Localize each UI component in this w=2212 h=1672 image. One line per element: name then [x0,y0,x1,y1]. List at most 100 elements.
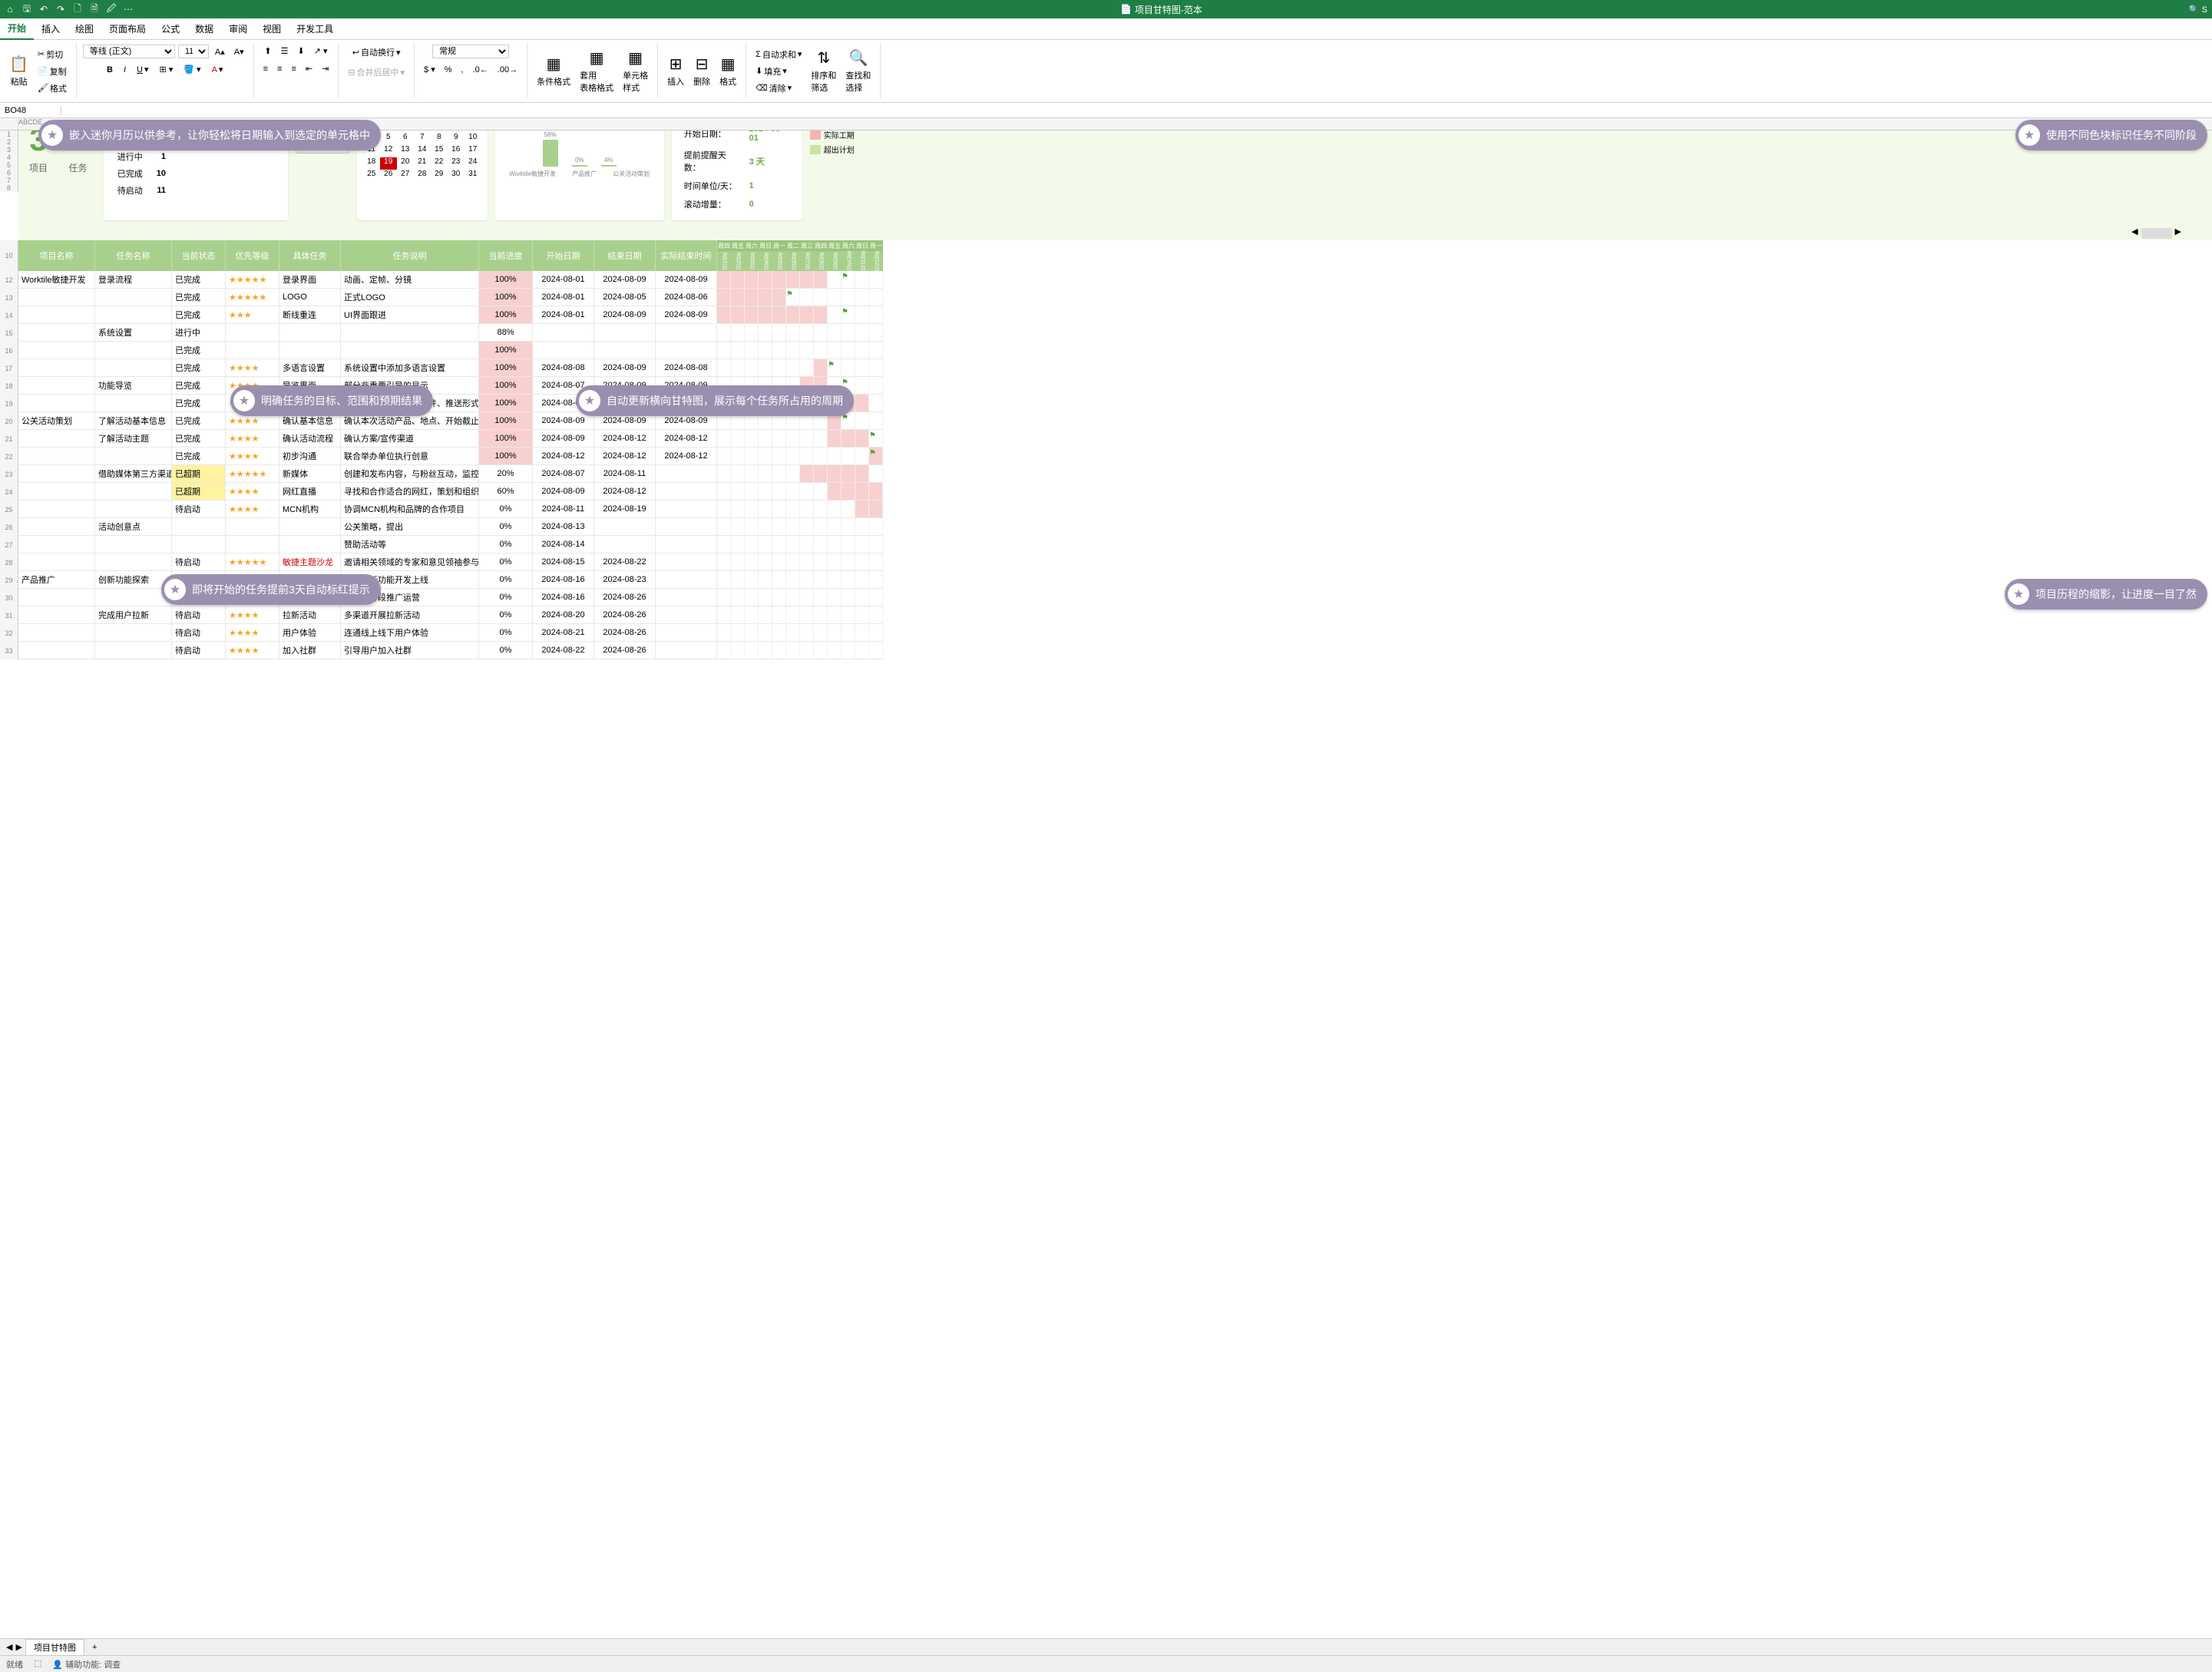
home-icon[interactable]: ⌂ [5,4,15,15]
align-top-icon[interactable]: ⬆ [261,45,274,58]
autosum-button[interactable]: Σ 自动求和 ▾ [752,47,805,62]
conditional-format-button[interactable]: ▦条件格式 [534,53,574,89]
bold-button[interactable]: B [104,63,116,76]
scroll-left-icon[interactable]: ◀ [2131,226,2138,240]
increase-decimal-icon[interactable]: .0← [470,63,491,76]
calendar-day[interactable]: 13 [397,145,414,157]
menu-tab-8[interactable]: 开发工具 [289,18,341,40]
table-row[interactable]: 待启动★★★★推广运营新功能阶段推广运营0%2024-08-162024-08-… [18,589,883,606]
delete-cells-button[interactable]: ⊟删除 [690,53,713,89]
redo-icon[interactable]: ↷ [55,4,66,15]
menu-tab-3[interactable]: 页面布局 [101,18,154,40]
indent-left-icon[interactable]: ⇤ [303,62,316,75]
accessibility-icon[interactable]: 👤 辅助功能: 调查 [52,1658,121,1670]
italic-button[interactable]: I [121,63,129,76]
calendar-day[interactable]: 25 [363,170,380,182]
align-center-icon[interactable]: ≡ [274,62,285,75]
next-sheet-icon[interactable]: ▶ [15,1642,21,1652]
calendar-day[interactable]: 20 [397,157,414,170]
table-style-button[interactable]: ▦套用 表格格式 [577,47,617,95]
calendar-day[interactable]: 22 [431,157,448,170]
border-button[interactable]: ⊞ ▾ [157,63,177,76]
calendar-day[interactable]: 19 [380,157,397,170]
table-row[interactable]: 待启动★★★★用户体验连通线上线下用户体验0%2024-08-212024-08… [18,624,883,642]
table-row[interactable]: 完成用户拉新待启动★★★★拉新活动多渠道开展拉新活动0%2024-08-2020… [18,606,883,624]
copy-button[interactable]: 📄 复制 [35,64,70,79]
table-row[interactable]: 待启动★★★★MCN机构协调MCN机构和品牌的合作项目0%2024-08-112… [18,501,883,518]
calendar-day[interactable]: 31 [465,170,481,182]
table-row[interactable]: Worktile敏捷开发登录流程已完成★★★★★登录界面动画、定帧、分镜100%… [18,271,883,289]
new-icon[interactable]: 🗋 [72,4,83,15]
menu-tab-1[interactable]: 插入 [34,18,68,40]
scrollbar[interactable] [2141,228,2172,239]
orientation-icon[interactable]: ↗ ▾ [311,45,331,58]
align-middle-icon[interactable]: ☰ [278,45,292,58]
increase-font-icon[interactable]: A▴ [212,45,228,58]
table-row[interactable]: 待启动★★★★★敏捷主题沙龙邀请相关领域的专家和意见领袖参与，收集0%2024-… [18,553,883,571]
add-sheet-button[interactable]: + [88,1643,101,1652]
align-left-icon[interactable]: ≡ [260,62,271,75]
table-row[interactable]: 已完成★★★★★LOGO正式LOGO100%2024-08-012024-08-… [18,289,883,306]
format-cells-button[interactable]: ▦格式 [716,53,739,89]
align-bottom-icon[interactable]: ⬇ [294,45,307,58]
more-icon[interactable]: ⋯ [123,4,134,15]
table-row[interactable]: 系统设置进行中88% [18,324,883,342]
save-icon[interactable]: 🖫 [21,4,32,15]
calendar-day[interactable]: 15 [431,145,448,157]
number-format-select[interactable]: 常规 [432,45,509,58]
insert-cells-button[interactable]: ⊞插入 [664,53,687,89]
menu-tab-4[interactable]: 公式 [154,18,187,40]
calendar-day[interactable]: 18 [363,157,380,170]
sheet-tab-active[interactable]: 项目甘特图 [25,1639,84,1655]
calendar-day[interactable]: 16 [448,145,465,157]
align-right-icon[interactable]: ≡ [288,62,299,75]
calendar-day[interactable]: 10 [465,133,481,145]
macro-icon[interactable]: ⬚ [34,1658,41,1670]
cell-style-button[interactable]: ▦单元格 样式 [620,47,651,95]
table-row[interactable]: 了解活动主题已完成★★★★确认活动流程确认方案/宣传渠道100%2024-08-… [18,430,883,448]
table-row[interactable]: 已超期★★★★网红直播寻找和合作适合的网红，策划和组织直播活60%2024-08… [18,483,883,501]
menu-tab-0[interactable]: 开始 [0,18,34,40]
calendar-day[interactable]: 23 [448,157,465,170]
menu-tab-5[interactable]: 数据 [187,18,221,40]
merge-button[interactable]: ⊟ 合并后居中 ▾ [345,64,408,80]
table-row[interactable]: 借助媒体第三方渠道传播已超期★★★★★新媒体创建和发布内容，与粉丝互动，监控和分… [18,465,883,483]
share-icon[interactable]: 🖉 [106,4,117,15]
font-name-select[interactable]: 等线 (正文) [83,45,175,58]
print-icon[interactable]: 🗎 [89,4,100,15]
undo-icon[interactable]: ↶ [38,4,49,15]
paste-button[interactable]: 📋粘贴 [6,53,31,89]
wrap-text-button[interactable]: ↩ 自动换行 ▾ [349,45,404,60]
table-row[interactable]: 已完成100% [18,342,883,359]
worksheet[interactable]: ABCDE ★嵌入迷你月历以供参考，让你轻松将日期输入到选定的单元格中 ★使用不… [0,118,2212,1638]
calendar-day[interactable]: 6 [397,133,414,145]
table-row[interactable]: 待启动★★★★加入社群引导用户加入社群0%2024-08-222024-08-2… [18,642,883,659]
calendar-day[interactable]: 28 [414,170,431,182]
calendar-day[interactable]: 17 [465,145,481,157]
table-row[interactable]: 赞助活动等0%2024-08-14 [18,536,883,553]
menu-tab-6[interactable]: 审阅 [221,18,255,40]
menu-tab-7[interactable]: 视图 [255,18,289,40]
table-row[interactable]: 已完成★★★★初步沟通联合举办单位执行创意100%2024-08-122024-… [18,448,883,465]
find-button[interactable]: 🔍查找和 选择 [842,47,874,95]
currency-icon[interactable]: $ ▾ [421,63,438,76]
calendar-day[interactable]: 24 [465,157,481,170]
calendar-day[interactable]: 12 [380,145,397,157]
scroll-right-icon[interactable]: ▶ [2175,226,2181,240]
sort-filter-button[interactable]: ⇅排序和 筛选 [808,47,839,95]
fill-button[interactable]: ⬇ 填充 ▾ [752,64,805,79]
calendar-day[interactable]: 8 [431,133,448,145]
clear-button[interactable]: ⌫ 清除 ▾ [752,81,805,96]
decrease-font-icon[interactable]: A▾ [231,45,247,58]
underline-button[interactable]: U ▾ [134,63,151,76]
font-color-button[interactable]: A ▾ [209,63,226,76]
fill-color-button[interactable]: 🪣 ▾ [180,63,203,76]
comma-icon[interactable]: , [458,63,467,76]
calendar-day[interactable]: 5 [380,133,397,145]
indent-right-icon[interactable]: ⇥ [319,62,332,75]
cut-button[interactable]: ✂ 剪切 [35,47,70,62]
calendar-day[interactable]: 29 [431,170,448,182]
menu-tab-2[interactable]: 绘图 [68,18,101,40]
table-row[interactable]: 活动创意点公关策略，提出0%2024-08-13 [18,518,883,536]
format-painter-button[interactable]: 🖌 格式 [35,81,70,96]
